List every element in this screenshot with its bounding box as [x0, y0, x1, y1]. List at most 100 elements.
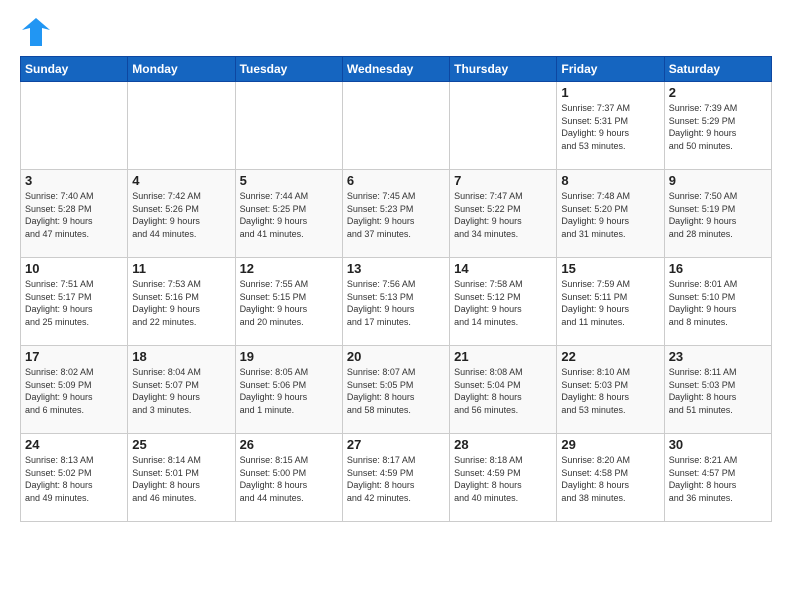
day-number: 30 [669, 437, 767, 452]
weekday-header-wednesday: Wednesday [342, 57, 449, 82]
day-number: 5 [240, 173, 338, 188]
logo-bird-icon [22, 16, 50, 48]
day-number: 13 [347, 261, 445, 276]
week-row-3: 10 Sunrise: 7:51 AM Sunset: 5:17 PM Dayli… [21, 258, 772, 346]
day-info: Sunrise: 8:13 AM Sunset: 5:02 PM Dayligh… [25, 454, 123, 504]
day-cell: 28Sunrise: 8:18 AM Sunset: 4:59 PM Dayli… [450, 434, 557, 522]
calendar-body: 1 Sunrise: 7:37 AM Sunset: 5:31 PM Daylig… [21, 82, 772, 522]
day-cell: 23 Sunrise: 8:11 AM Sunset: 5:03 PM Dayli… [664, 346, 771, 434]
day-cell: 30 Sunrise: 8:21 AM Sunset: 4:57 PM Dayli… [664, 434, 771, 522]
week-row-2: 3 Sunrise: 7:40 AM Sunset: 5:28 PM Daylig… [21, 170, 772, 258]
day-info: Sunrise: 8:10 AM Sunset: 5:03 PM Dayligh… [561, 366, 659, 416]
week-row-4: 17 Sunrise: 8:02 AM Sunset: 5:09 PM Dayli… [21, 346, 772, 434]
day-cell [21, 82, 128, 170]
day-number: 1 [561, 85, 659, 100]
day-info: Sunrise: 8:08 AM Sunset: 5:04 PM Dayligh… [454, 366, 552, 416]
day-number: 24 [25, 437, 123, 452]
day-info: Sunrise: 7:37 AM Sunset: 5:31 PM Dayligh… [561, 102, 659, 152]
day-info: Sunrise: 8:02 AM Sunset: 5:09 PM Dayligh… [25, 366, 123, 416]
day-cell: 3 Sunrise: 7:40 AM Sunset: 5:28 PM Daylig… [21, 170, 128, 258]
header [20, 16, 772, 48]
day-cell: 13 Sunrise: 7:56 AM Sunset: 5:13 PM Dayli… [342, 258, 449, 346]
day-cell: 29 Sunrise: 8:20 AM Sunset: 4:58 PM Dayli… [557, 434, 664, 522]
day-info: Sunrise: 8:20 AM Sunset: 4:58 PM Dayligh… [561, 454, 659, 504]
day-cell: 9 Sunrise: 7:50 AM Sunset: 5:19 PM Daylig… [664, 170, 771, 258]
day-number: 27 [347, 437, 445, 452]
day-cell: 1 Sunrise: 7:37 AM Sunset: 5:31 PM Daylig… [557, 82, 664, 170]
day-cell [128, 82, 235, 170]
day-number: 16 [669, 261, 767, 276]
day-cell: 7 Sunrise: 7:47 AM Sunset: 5:22 PM Daylig… [450, 170, 557, 258]
day-cell: 26 Sunrise: 8:15 AM Sunset: 5:00 PM Dayli… [235, 434, 342, 522]
day-info: Sunrise: 8:05 AM Sunset: 5:06 PM Dayligh… [240, 366, 338, 416]
day-cell: 8Sunrise: 7:48 AM Sunset: 5:20 PM Daylig… [557, 170, 664, 258]
day-number: 15 [561, 261, 659, 276]
day-info: Sunrise: 8:17 AM Sunset: 4:59 PM Dayligh… [347, 454, 445, 504]
day-info: Sunrise: 7:47 AM Sunset: 5:22 PM Dayligh… [454, 190, 552, 240]
day-number: 12 [240, 261, 338, 276]
day-cell: 19 Sunrise: 8:05 AM Sunset: 5:06 PM Dayli… [235, 346, 342, 434]
day-info: Sunrise: 8:21 AM Sunset: 4:57 PM Dayligh… [669, 454, 767, 504]
day-cell: 27 Sunrise: 8:17 AM Sunset: 4:59 PM Dayli… [342, 434, 449, 522]
weekday-header-friday: Friday [557, 57, 664, 82]
day-info: Sunrise: 7:56 AM Sunset: 5:13 PM Dayligh… [347, 278, 445, 328]
day-number: 14 [454, 261, 552, 276]
day-cell: 17 Sunrise: 8:02 AM Sunset: 5:09 PM Dayli… [21, 346, 128, 434]
day-number: 11 [132, 261, 230, 276]
day-info: Sunrise: 7:42 AM Sunset: 5:26 PM Dayligh… [132, 190, 230, 240]
day-info: Sunrise: 8:15 AM Sunset: 5:00 PM Dayligh… [240, 454, 338, 504]
day-info: Sunrise: 8:14 AM Sunset: 5:01 PM Dayligh… [132, 454, 230, 504]
weekday-header-tuesday: Tuesday [235, 57, 342, 82]
day-cell: 2Sunrise: 7:39 AM Sunset: 5:29 PM Daylig… [664, 82, 771, 170]
day-cell: 10 Sunrise: 7:51 AM Sunset: 5:17 PM Dayli… [21, 258, 128, 346]
day-cell [342, 82, 449, 170]
day-info: Sunrise: 8:01 AM Sunset: 5:10 PM Dayligh… [669, 278, 767, 328]
day-info: Sunrise: 8:11 AM Sunset: 5:03 PM Dayligh… [669, 366, 767, 416]
day-info: Sunrise: 7:40 AM Sunset: 5:28 PM Dayligh… [25, 190, 123, 240]
calendar-table: SundayMondayTuesdayWednesdayThursdayFrid… [20, 56, 772, 522]
day-info: Sunrise: 8:04 AM Sunset: 5:07 PM Dayligh… [132, 366, 230, 416]
day-number: 9 [669, 173, 767, 188]
day-number: 6 [347, 173, 445, 188]
day-info: Sunrise: 7:45 AM Sunset: 5:23 PM Dayligh… [347, 190, 445, 240]
day-number: 29 [561, 437, 659, 452]
day-number: 25 [132, 437, 230, 452]
weekday-header-saturday: Saturday [664, 57, 771, 82]
day-cell: 12 Sunrise: 7:55 AM Sunset: 5:15 PM Dayli… [235, 258, 342, 346]
day-cell: 14Sunrise: 7:58 AM Sunset: 5:12 PM Dayli… [450, 258, 557, 346]
day-cell: 11Sunrise: 7:53 AM Sunset: 5:16 PM Dayli… [128, 258, 235, 346]
day-info: Sunrise: 7:51 AM Sunset: 5:17 PM Dayligh… [25, 278, 123, 328]
day-number: 7 [454, 173, 552, 188]
day-info: Sunrise: 7:55 AM Sunset: 5:15 PM Dayligh… [240, 278, 338, 328]
day-number: 8 [561, 173, 659, 188]
day-cell: 18 Sunrise: 8:04 AM Sunset: 5:07 PM Dayli… [128, 346, 235, 434]
day-info: Sunrise: 8:07 AM Sunset: 5:05 PM Dayligh… [347, 366, 445, 416]
day-cell [235, 82, 342, 170]
logo [20, 16, 50, 48]
day-cell: 21 Sunrise: 8:08 AM Sunset: 5:04 PM Dayli… [450, 346, 557, 434]
day-number: 3 [25, 173, 123, 188]
day-number: 18 [132, 349, 230, 364]
day-number: 22 [561, 349, 659, 364]
day-number: 26 [240, 437, 338, 452]
weekday-row: SundayMondayTuesdayWednesdayThursdayFrid… [21, 57, 772, 82]
week-row-5: 24 Sunrise: 8:13 AM Sunset: 5:02 PM Dayli… [21, 434, 772, 522]
day-cell: 4Sunrise: 7:42 AM Sunset: 5:26 PM Daylig… [128, 170, 235, 258]
day-cell: 20Sunrise: 8:07 AM Sunset: 5:05 PM Dayli… [342, 346, 449, 434]
weekday-header-thursday: Thursday [450, 57, 557, 82]
calendar-header: SundayMondayTuesdayWednesdayThursdayFrid… [21, 57, 772, 82]
calendar-page: SundayMondayTuesdayWednesdayThursdayFrid… [0, 0, 792, 612]
day-cell: 24 Sunrise: 8:13 AM Sunset: 5:02 PM Dayli… [21, 434, 128, 522]
day-cell [450, 82, 557, 170]
day-number: 10 [25, 261, 123, 276]
day-number: 19 [240, 349, 338, 364]
day-info: Sunrise: 7:44 AM Sunset: 5:25 PM Dayligh… [240, 190, 338, 240]
day-cell: 25 Sunrise: 8:14 AM Sunset: 5:01 PM Dayli… [128, 434, 235, 522]
day-cell: 6 Sunrise: 7:45 AM Sunset: 5:23 PM Daylig… [342, 170, 449, 258]
day-number: 23 [669, 349, 767, 364]
day-cell: 16 Sunrise: 8:01 AM Sunset: 5:10 PM Dayli… [664, 258, 771, 346]
day-info: Sunrise: 7:50 AM Sunset: 5:19 PM Dayligh… [669, 190, 767, 240]
day-number: 17 [25, 349, 123, 364]
day-cell: 15Sunrise: 7:59 AM Sunset: 5:11 PM Dayli… [557, 258, 664, 346]
day-number: 21 [454, 349, 552, 364]
